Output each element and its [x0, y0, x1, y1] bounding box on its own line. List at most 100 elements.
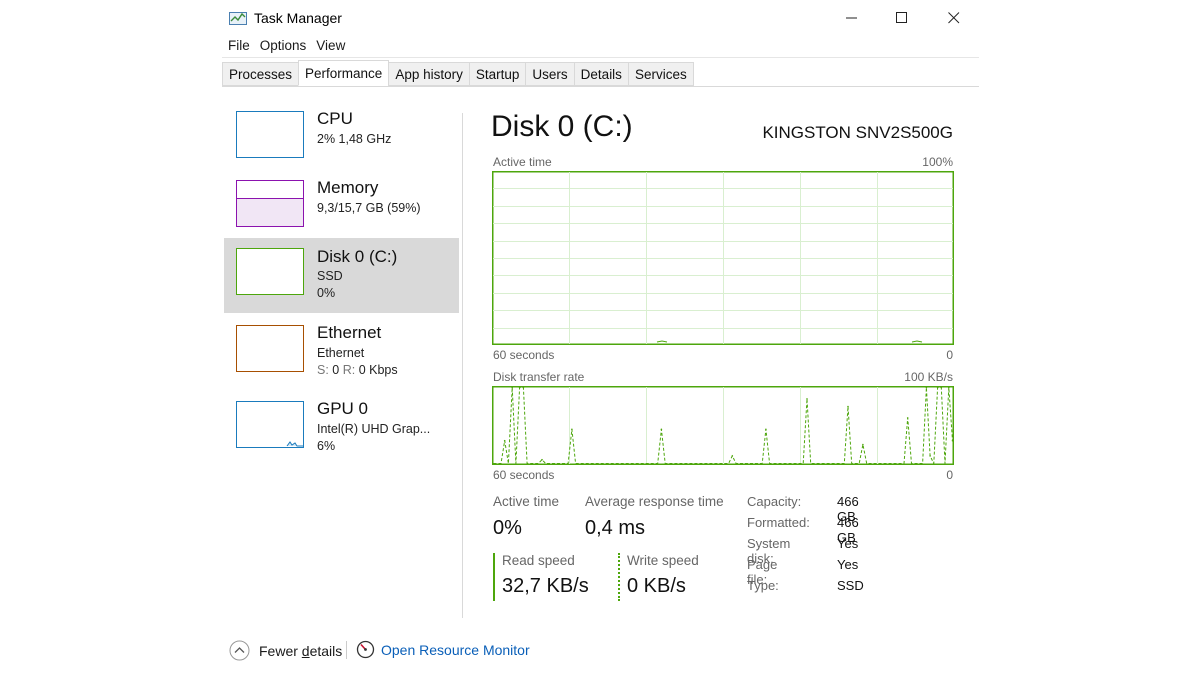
- active-time-graph-timespan: 60 seconds: [493, 348, 555, 362]
- avg-response-label: Average response time: [585, 494, 724, 509]
- page-title: Disk 0 (C:): [491, 110, 633, 143]
- property-label: Capacity:: [747, 494, 802, 509]
- task-manager-icon: [229, 12, 247, 25]
- minimize-button[interactable]: [829, 4, 875, 32]
- tab-startup[interactable]: Startup: [468, 62, 527, 86]
- close-icon: [948, 12, 960, 24]
- sidebar-item-usage: 0%: [317, 286, 336, 300]
- sidebar-item-detail: Intel(R) UHD Grap...: [317, 422, 431, 436]
- sidebar-item-detail: Ethernet: [317, 346, 365, 360]
- panel-divider: [462, 113, 463, 618]
- tab-users[interactable]: Users: [525, 62, 575, 86]
- tab-bar: Processes Performance App history Startu…: [222, 60, 694, 87]
- transfer-rate-point: [951, 439, 954, 442]
- cpu-thumbnail: [236, 111, 304, 158]
- transfer-rate-graph-timespan: 60 seconds: [493, 468, 555, 482]
- close-button[interactable]: [931, 4, 977, 32]
- active-time-graph-label: Active time: [493, 155, 552, 169]
- ethernet-thumbnail: [236, 325, 304, 372]
- sidebar-item-disk[interactable]: Disk 0 (C:) SSD 0%: [224, 238, 459, 313]
- transfer-rate-graph-min: 0: [946, 468, 953, 482]
- fewer-details-prefix: Fewer: [259, 642, 302, 659]
- fewer-details-accesskey: d: [301, 642, 310, 659]
- transfer-rate-graph-max: 100 KB/s: [904, 370, 953, 384]
- read-speed-legend-bar: [493, 553, 495, 601]
- tab-processes[interactable]: Processes: [222, 62, 300, 86]
- transfer-rate-point: [948, 386, 950, 389]
- transfer-rate-point: [929, 455, 931, 457]
- sidebar-item-gpu[interactable]: GPU 0 Intel(R) UHD Grap... 6%: [224, 395, 459, 470]
- chevron-up-icon: [229, 640, 250, 661]
- tab-app-history[interactable]: App history: [388, 62, 470, 86]
- active-time-graph: [492, 171, 954, 345]
- sidebar-item-cpu[interactable]: CPU 2% 1,48 GHz: [224, 105, 459, 180]
- fewer-details-label: Fewer details: [259, 643, 342, 659]
- maximize-button[interactable]: [879, 4, 925, 32]
- disk-thumbnail: [236, 248, 304, 295]
- gpu-thumbnail: [236, 401, 304, 448]
- menu-file[interactable]: File: [228, 38, 260, 53]
- transfer-rate-point: [862, 443, 864, 446]
- active-time-value: 0%: [493, 517, 522, 539]
- fewer-details-suffix: etails: [309, 642, 343, 659]
- transfer-rate-point: [925, 386, 928, 389]
- gpu-sparkline: [286, 441, 303, 447]
- fewer-details-button[interactable]: Fewer details: [229, 640, 342, 661]
- transfer-rate-point: [503, 439, 506, 442]
- transfer-rate-graph-label: Disk transfer rate: [493, 370, 585, 384]
- sidebar-item-title: GPU 0: [317, 399, 369, 418]
- avg-response-value: 0,4 ms: [585, 517, 646, 539]
- property-value: Yes: [837, 536, 859, 551]
- transfer-rate-point: [541, 458, 543, 461]
- sidebar-item-title: Disk 0 (C:): [317, 247, 398, 266]
- read-speed-label: Read speed: [502, 553, 575, 568]
- sidebar-item-detail: SSD: [317, 269, 343, 283]
- transfer-rate-point: [847, 405, 849, 408]
- sidebar-item-ethernet[interactable]: Ethernet Ethernet S: 0 R: 0 Kbps: [224, 319, 459, 394]
- disk-model: KINGSTON SNV2S500G: [762, 123, 953, 142]
- footer-separator: [346, 641, 347, 659]
- transfer-rate-graph: [492, 386, 954, 465]
- sidebar-item-title: Memory: [317, 178, 379, 197]
- open-resource-monitor-label: Open Resource Monitor: [381, 641, 530, 658]
- transfer-rate-point: [906, 417, 909, 419]
- property-value: SSD: [837, 578, 864, 593]
- transfer-rate-point: [731, 455, 734, 457]
- transfer-rate-point: [940, 386, 943, 389]
- tab-performance[interactable]: Performance: [298, 60, 390, 86]
- tab-separator: [222, 86, 979, 87]
- resource-monitor-icon: [356, 640, 375, 659]
- sidebar-item-throughput: S: 0 R: 0 Kbps: [317, 363, 398, 377]
- window-title: Task Manager: [254, 10, 342, 26]
- write-speed-legend-bar: [618, 553, 620, 601]
- active-time-graph-min: 0: [946, 348, 953, 362]
- send-label: S:: [317, 363, 329, 377]
- transfer-rate-point: [518, 386, 521, 389]
- open-resource-monitor-link[interactable]: Open Resource Monitor: [356, 640, 530, 659]
- transfer-rate-point: [522, 386, 525, 389]
- transfer-rate-point: [765, 428, 767, 431]
- sidebar-item-title: Ethernet: [317, 323, 382, 342]
- menu-bar: File Options View: [228, 38, 355, 53]
- minimize-icon: [846, 17, 857, 19]
- transfer-rate-point: [660, 428, 663, 431]
- memory-thumbnail: [236, 180, 304, 227]
- property-label: Type:: [747, 578, 779, 593]
- sidebar-item-detail: 2% 1,48 GHz: [317, 132, 392, 146]
- active-time-label: Active time: [493, 494, 560, 509]
- tab-details[interactable]: Details: [573, 62, 629, 86]
- maximize-icon: [896, 12, 907, 23]
- tab-services[interactable]: Services: [627, 62, 694, 86]
- transfer-rate-point: [571, 428, 573, 431]
- active-time-graph-max: 100%: [922, 155, 953, 169]
- send-value: 0: [332, 363, 340, 377]
- sidebar-item-title: CPU: [317, 109, 353, 128]
- menu-options[interactable]: Options: [260, 38, 317, 53]
- property-label: Formatted:: [747, 515, 810, 530]
- read-speed-value: 32,7 KB/s: [502, 575, 589, 597]
- sidebar-item-detail: 9,3/15,7 GB (59%): [317, 201, 421, 215]
- receive-label: R:: [342, 363, 356, 377]
- receive-value: 0 Kbps: [358, 363, 398, 377]
- sidebar-item-usage: 6%: [317, 439, 336, 453]
- menu-view[interactable]: View: [316, 38, 355, 53]
